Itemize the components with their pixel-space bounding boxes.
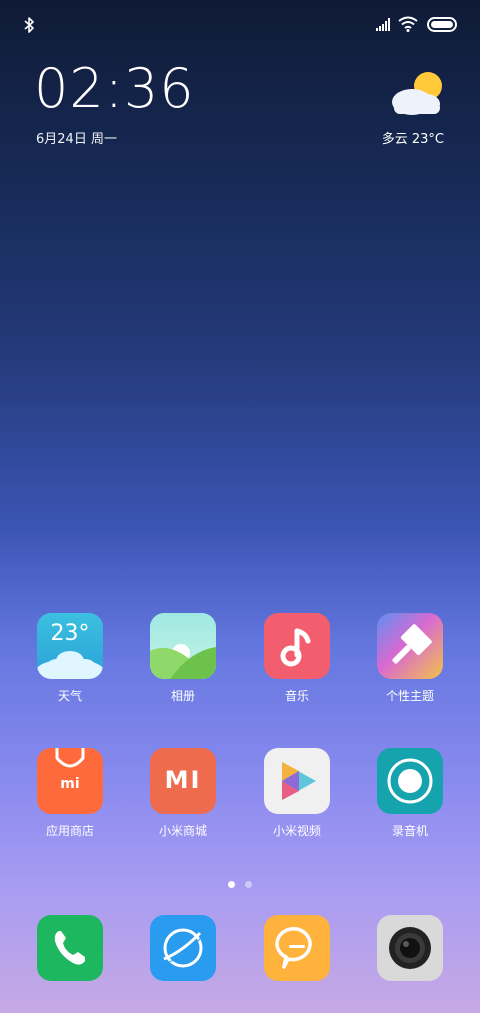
weather-icon: 23° — [37, 613, 103, 679]
app-mi-video[interactable]: 小米视频 — [247, 748, 347, 839]
app-weather[interactable]: 23° 天气 — [20, 613, 120, 704]
app-store-mi-logo: mi — [60, 776, 80, 792]
app-themes[interactable]: 个性主题 — [360, 613, 460, 704]
page-indicator — [0, 873, 480, 892]
app-label: 天气 — [57, 689, 82, 703]
clock-time[interactable]: 02:36 — [34, 62, 195, 116]
video-play-icon — [264, 748, 330, 814]
weather-summary[interactable]: 多云 23°C — [382, 128, 444, 147]
app-gallery[interactable]: 相册 — [133, 613, 233, 704]
gallery-icon — [150, 613, 216, 679]
app-recorder[interactable]: 录音机 — [360, 748, 460, 839]
browser-icon[interactable] — [150, 915, 216, 981]
app-label: 小米视频 — [272, 824, 321, 838]
app-mi-store[interactable]: MI 小米商城 — [133, 748, 233, 839]
app-label: 相册 — [170, 689, 195, 703]
page-dot[interactable] — [245, 881, 252, 888]
music-icon — [264, 613, 330, 679]
status-bar — [0, 0, 480, 50]
cloudy-weather-icon[interactable] — [388, 70, 448, 118]
camera-icon[interactable] — [377, 915, 443, 981]
app-label: 个性主题 — [385, 689, 434, 703]
recorder-icon — [377, 748, 443, 814]
page-dot-active[interactable] — [228, 881, 235, 888]
signal-icon — [376, 18, 390, 31]
mi-store-icon: MI — [150, 748, 216, 814]
app-label: 小米商城 — [158, 824, 207, 838]
app-label: 应用商店 — [45, 824, 94, 838]
clock-date[interactable]: 6月24日 周一 — [36, 128, 117, 147]
wifi-icon — [398, 16, 418, 32]
phone-icon[interactable] — [37, 915, 103, 981]
app-label: 音乐 — [284, 689, 309, 703]
mi-logo: MI — [164, 766, 202, 794]
app-label: 录音机 — [391, 824, 428, 838]
themes-icon — [377, 613, 443, 679]
app-app-store[interactable]: mi 应用商店 — [20, 748, 120, 839]
app-store-icon: mi — [37, 748, 103, 814]
battery-icon — [427, 17, 457, 32]
messages-icon[interactable] — [264, 915, 330, 981]
bluetooth-icon — [24, 17, 34, 33]
app-music[interactable]: 音乐 — [247, 613, 347, 704]
